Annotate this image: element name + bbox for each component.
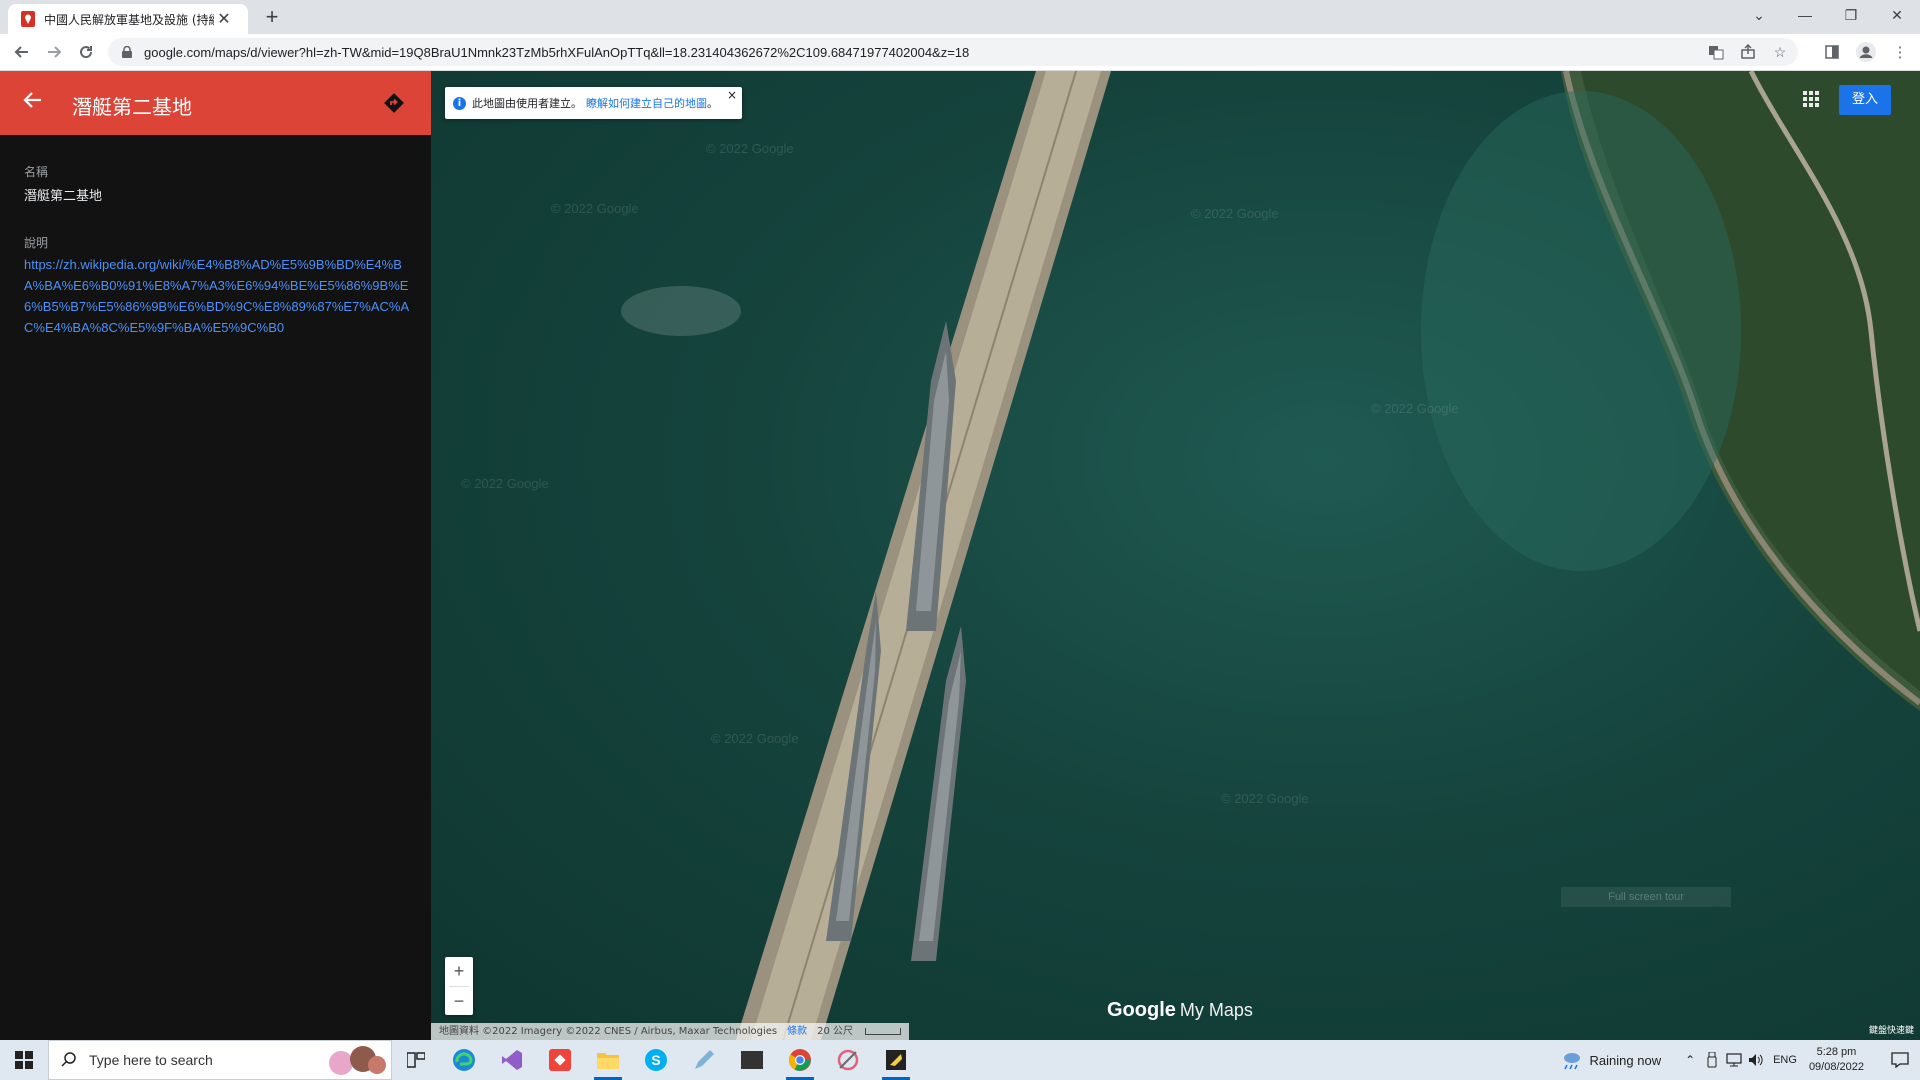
reload-icon[interactable]	[74, 40, 98, 64]
apps-grid-icon[interactable]	[1801, 89, 1821, 109]
file-explorer-icon[interactable]	[584, 1040, 632, 1080]
description-label: 說明	[24, 236, 49, 250]
map-watermark: © 2022 Google	[706, 141, 794, 156]
snipping-tool-icon[interactable]	[824, 1040, 872, 1080]
browser-tab[interactable]: 中國人民解放軍基地及設施 (持續 ✕	[8, 4, 248, 34]
tab-close-icon[interactable]: ✕	[214, 9, 234, 29]
address-bar[interactable]: google.com/maps/d/viewer?hl=zh-TW&mid=19…	[108, 38, 1798, 66]
back-icon[interactable]	[10, 40, 34, 64]
profile-avatar-icon[interactable]	[1854, 40, 1878, 64]
translate-icon[interactable]	[1706, 42, 1726, 62]
notice-text: 此地圖由使用者建立。	[472, 97, 582, 110]
tab-strip: 中國人民解放軍基地及設施 (持續 ✕ + ⌄ — ❐ ✕	[0, 0, 1920, 34]
google-my-maps-logo: Google My Maps	[1107, 999, 1253, 1022]
task-view-icon[interactable]	[392, 1040, 440, 1080]
share-icon[interactable]	[1738, 42, 1758, 62]
restore-button[interactable]: ❐	[1828, 0, 1874, 30]
rain-cloud-icon	[1563, 1053, 1580, 1070]
windows-start-icon[interactable]	[0, 1040, 48, 1080]
tab-title: 中國人民解放軍基地及設施 (持續	[44, 12, 214, 27]
windows-taskbar: Type here to search S Raining now ⌃ ENG …	[0, 1040, 1920, 1080]
fullscreen-tooltip: Full screen tour	[1561, 887, 1731, 907]
lock-icon[interactable]	[120, 45, 134, 59]
attribution-text: 地圖資料 ©2022 Imagery ©2022 CNES / Airbus, …	[439, 1026, 778, 1037]
scale-bar	[865, 1028, 902, 1035]
google-wordmark: Google	[1107, 999, 1176, 1021]
terminal-icon[interactable]	[728, 1040, 776, 1080]
skype-icon[interactable]: S	[632, 1040, 680, 1080]
map-watermark: © 2022 Google	[461, 476, 549, 491]
zoom-out-button[interactable]: −	[445, 987, 473, 1016]
edge-browser-icon[interactable]	[440, 1040, 488, 1080]
terms-link[interactable]: 條款	[787, 1023, 807, 1040]
visual-studio-icon[interactable]	[488, 1040, 536, 1080]
chevron-up-icon[interactable]: ⌃	[1679, 1040, 1701, 1080]
anydesk-icon[interactable]	[536, 1040, 584, 1080]
info-icon: i	[453, 96, 466, 110]
clock-date: 09/08/2022	[1808, 1061, 1864, 1073]
scale-label[interactable]: 20 公尺	[817, 1023, 853, 1040]
svg-text:S: S	[651, 1052, 660, 1068]
directions-icon[interactable]	[382, 91, 406, 115]
browser-toolbar: google.com/maps/d/viewer?hl=zh-TW&mid=19…	[0, 34, 1920, 71]
map-watermark: © 2022 Google	[1221, 791, 1309, 806]
description-link[interactable]: https://zh.wikipedia.org/wiki/%E4%B8%AD%…	[24, 254, 412, 338]
clock[interactable]: 5:28 pm 09/08/2022	[1809, 1045, 1864, 1075]
language-indicator[interactable]: ENG	[1773, 1054, 1797, 1066]
notice-dot: 。	[707, 97, 718, 110]
side-panel-icon[interactable]	[1820, 40, 1844, 64]
name-label: 名稱	[24, 165, 49, 179]
keyboard-shortcuts-link[interactable]: 鍵盤快速鍵	[1869, 1023, 1914, 1036]
usb-icon[interactable]	[1701, 1040, 1723, 1080]
volume-icon[interactable]	[1745, 1040, 1767, 1080]
sticky-notes-icon[interactable]	[872, 1040, 920, 1080]
back-arrow-icon[interactable]	[22, 89, 50, 117]
forward-icon[interactable]	[42, 40, 66, 64]
notification-icon[interactable]	[1880, 1040, 1920, 1080]
search-icon	[61, 1052, 77, 1068]
user-created-map-notice: i 此地圖由使用者建立。 瞭解如何建立自己的地圖 。 ×	[445, 87, 742, 119]
zoom-control: + −	[445, 957, 473, 1015]
bookmark-star-icon[interactable]: ☆	[1770, 42, 1790, 62]
zoom-in-button[interactable]: +	[445, 957, 473, 986]
window-controls: ⌄ — ❐ ✕	[1736, 0, 1920, 30]
map-watermark: © 2022 Google	[551, 201, 639, 216]
minimize-button[interactable]: —	[1782, 0, 1828, 30]
new-tab-button[interactable]: +	[260, 5, 284, 29]
search-highlight-illustration	[329, 1046, 386, 1075]
map-watermark: © 2022 Google	[1191, 206, 1279, 221]
panel-title: 潛艇第二基地	[72, 95, 192, 119]
map-watermark: © 2022 Google	[711, 731, 799, 746]
feature-details-panel: 潛艇第二基地 名稱 潛艇第二基地 說明 https://zh.wikipedia…	[0, 71, 431, 1040]
weather-widget[interactable]: Raining now	[1560, 1049, 1662, 1071]
weather-text: Raining now	[1589, 1052, 1662, 1068]
pen-app-icon[interactable]	[680, 1040, 728, 1080]
network-icon[interactable]	[1723, 1040, 1745, 1080]
tab-search-icon[interactable]: ⌄	[1736, 0, 1782, 30]
menu-kebab-icon[interactable]: ⋮	[1888, 40, 1912, 64]
name-value: 潛艇第二基地	[24, 189, 103, 204]
map-watermark: © 2022 Google	[1371, 401, 1459, 416]
close-window-button[interactable]: ✕	[1874, 0, 1920, 30]
taskbar-search-box[interactable]: Type here to search	[48, 1040, 392, 1080]
search-placeholder: Type here to search	[89, 1052, 213, 1068]
map-attribution: 地圖資料 ©2022 Imagery ©2022 CNES / Airbus, …	[431, 1023, 910, 1040]
notice-close-icon[interactable]: ×	[727, 88, 737, 102]
url-text[interactable]: google.com/maps/d/viewer?hl=zh-TW&mid=19…	[144, 45, 969, 60]
chrome-icon[interactable]	[776, 1040, 824, 1080]
my-maps-wordmark: My Maps	[1179, 1000, 1253, 1020]
clock-time: 5:28 pm	[1816, 1046, 1857, 1058]
learn-create-map-link[interactable]: 瞭解如何建立自己的地圖	[586, 95, 707, 111]
sign-in-button[interactable]: 登入	[1839, 85, 1891, 115]
system-tray: Raining now ⌃ ENG 5:28 pm 09/08/2022	[1560, 1040, 1920, 1080]
satellite-map[interactable]: © 2022 Google © 2022 Google © 2022 Googl…	[431, 71, 1920, 1040]
maps-favicon-icon	[20, 11, 36, 27]
panel-header: 潛艇第二基地	[0, 71, 431, 135]
